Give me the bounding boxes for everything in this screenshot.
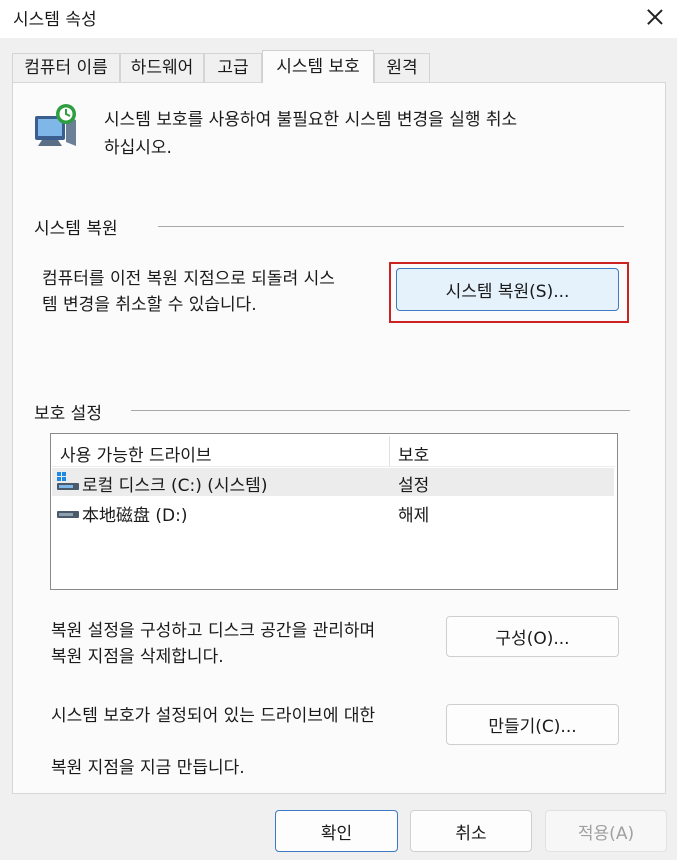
drive-protection-status: 해제	[398, 506, 430, 526]
tab-advanced[interactable]: 고급	[204, 53, 262, 82]
table-row[interactable]: 本地磁盘 (D:) 해제	[52, 498, 614, 526]
tab-computer-name[interactable]: 컴퓨터 이름	[12, 53, 120, 82]
cancel-button[interactable]: 취소	[410, 810, 532, 852]
system-protection-icon	[32, 100, 84, 152]
protection-group-divider	[131, 410, 630, 411]
drive-protection-status: 설정	[398, 476, 430, 496]
restore-description: 컴퓨터를 이전 복원 지점으로 되돌려 시스 템 변경을 취소할 수 있습니다.	[42, 269, 335, 315]
ok-button[interactable]: 확인	[275, 810, 398, 852]
title-bar	[0, 0, 677, 38]
tab-system-protection[interactable]: 시스템 보호	[262, 50, 374, 83]
header-divider	[52, 466, 615, 467]
configure-button[interactable]: 구성(O)...	[446, 616, 619, 657]
restore-group-divider	[158, 226, 624, 227]
system-drive-icon	[57, 472, 79, 496]
create-description-line2: 복원 지점을 지금 만듭니다.	[51, 758, 245, 778]
close-icon[interactable]	[640, 3, 670, 31]
tab-hardware[interactable]: 하드웨어	[120, 53, 204, 82]
table-row[interactable]: 로컬 디스크 (C:) (시스템) 설정	[52, 468, 614, 496]
protection-group-label: 보호 설정	[34, 404, 102, 424]
drive-name: 本地磁盘 (D:)	[82, 506, 188, 526]
apply-button[interactable]: 적용(A)	[545, 810, 667, 852]
drive-name: 로컬 디스크 (C:) (시스템)	[82, 476, 268, 496]
drive-icon	[57, 506, 79, 525]
tab-remote[interactable]: 원격	[374, 53, 430, 82]
intro-text: 시스템 보호를 사용하여 불필요한 시스템 변경을 실행 취소 하십시오.	[104, 110, 518, 158]
restore-group-label: 시스템 복원	[34, 219, 118, 239]
create-description-line1: 시스템 보호가 설정되어 있는 드라이브에 대한	[51, 706, 376, 726]
column-separator	[389, 436, 390, 466]
window-title: 시스템 속성	[13, 10, 97, 30]
configure-description: 복원 설정을 구성하고 디스크 공간을 관리하며 복원 지점을 삭제합니다.	[51, 621, 376, 667]
highlight-box	[389, 262, 629, 323]
create-button[interactable]: 만들기(C)...	[446, 704, 619, 745]
column-header-protection[interactable]: 보호	[398, 441, 429, 466]
column-header-drives[interactable]: 사용 가능한 드라이브	[60, 441, 212, 466]
